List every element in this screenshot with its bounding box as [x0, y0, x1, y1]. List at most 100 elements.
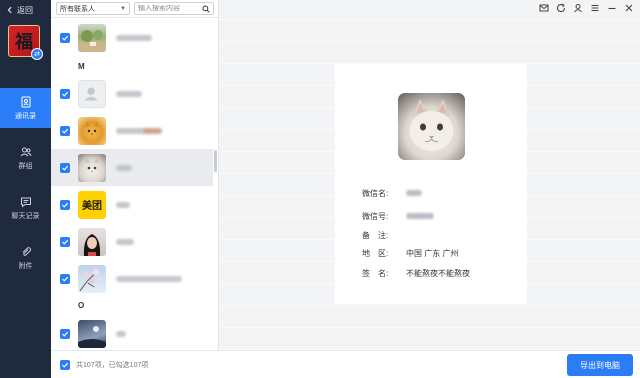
contact-checkbox[interactable] — [60, 162, 70, 173]
contact-checkbox[interactable] — [60, 32, 70, 43]
check-icon — [62, 35, 69, 41]
footer-bar: 共107项，已勾选107项 导出到电脑 — [51, 350, 640, 378]
select-all-checkbox[interactable] — [60, 360, 70, 370]
list-item-selected[interactable] — [51, 149, 213, 186]
back-button[interactable]: 返回 — [6, 4, 33, 16]
contact-detail-card: 微信名: 微信号: 备 注: 地 区: 中国 广东 广州 签 名: 不能熬夜不能… — [335, 64, 527, 304]
nav-item-chat-history[interactable]: 聊天记录 — [0, 188, 51, 228]
sidebar: 返回 福 ⇄ 通讯录 群组 聊天记录 附件 — [0, 0, 51, 378]
contact-name-redacted — [116, 330, 126, 337]
switch-account-icon[interactable]: ⇄ — [31, 48, 43, 60]
list-item[interactable]: 美团 — [51, 186, 213, 223]
person-icon — [84, 87, 98, 100]
contact-name-redacted — [116, 201, 130, 208]
field-wechat-name: 微信名: — [362, 188, 422, 199]
menu-icon[interactable] — [590, 3, 600, 13]
section-letter: O — [78, 301, 85, 310]
contact-avatar — [78, 319, 106, 348]
contact-checkbox[interactable] — [60, 273, 70, 284]
contact-name-redacted — [116, 164, 132, 171]
contact-name-redacted — [116, 34, 152, 41]
chat-history-icon — [20, 197, 31, 208]
account-avatar[interactable]: 福 ⇄ — [8, 25, 43, 60]
blossom-image — [79, 268, 102, 291]
search-box — [134, 2, 214, 15]
export-to-pc-button[interactable]: 导出到电脑 — [567, 354, 633, 376]
field-value: 中国 广东 广州 — [406, 249, 459, 258]
check-icon — [62, 91, 69, 97]
list-item[interactable] — [51, 260, 213, 297]
user-icon[interactable] — [573, 3, 583, 13]
minimize-icon[interactable] — [607, 3, 617, 13]
attachment-icon — [22, 246, 31, 256]
contact-avatar — [78, 23, 106, 52]
contact-checkbox[interactable] — [60, 328, 70, 339]
contact-list-pane: 所有联系人 ▼ M — [51, 0, 219, 350]
check-icon — [62, 362, 69, 368]
contact-name-redacted — [116, 275, 182, 282]
nav-label: 聊天记录 — [11, 212, 40, 220]
check-icon — [62, 331, 69, 337]
field-label: 备 注: — [362, 231, 389, 240]
field-value-redacted — [406, 213, 434, 219]
contact-checkbox[interactable] — [60, 236, 70, 247]
contact-name-redacted — [116, 238, 134, 245]
field-value: 不能熬夜不能熬夜 — [406, 269, 470, 278]
contact-avatar — [78, 264, 106, 293]
field-region: 地 区: 中国 广东 广州 — [362, 248, 458, 259]
nav-label: 附件 — [18, 262, 33, 270]
field-label: 微信名: — [362, 189, 389, 198]
check-icon — [62, 276, 69, 282]
title-bar — [219, 0, 640, 18]
night-image — [78, 325, 106, 348]
default-avatar — [78, 79, 106, 108]
check-icon — [62, 202, 69, 208]
landscape-image — [78, 29, 106, 52]
check-icon — [62, 128, 69, 134]
mail-icon[interactable] — [539, 3, 549, 13]
field-signature: 签 名: 不能熬夜不能熬夜 — [362, 268, 470, 279]
nav-item-groups[interactable]: 群组 — [0, 138, 51, 178]
nav-label: 通讯录 — [15, 112, 36, 120]
scrollbar[interactable] — [214, 150, 217, 172]
list-item[interactable] — [51, 19, 213, 56]
field-label: 签 名: — [362, 269, 389, 278]
nav-item-attachments[interactable]: 附件 — [0, 238, 51, 278]
cat-image — [409, 99, 454, 151]
contact-checkbox[interactable] — [60, 199, 70, 210]
close-icon[interactable] — [624, 3, 634, 13]
portrait-image — [83, 233, 101, 256]
contact-avatar — [78, 116, 106, 145]
contact-checkbox[interactable] — [60, 125, 70, 136]
chevron-down-icon: ▼ — [120, 5, 126, 12]
cat-image — [84, 156, 100, 172]
list-item[interactable] — [51, 223, 213, 260]
contact-avatar — [78, 227, 106, 256]
field-wechat-id: 微信号: — [362, 211, 434, 222]
selection-summary: 共107项，已勾选107项 — [76, 362, 149, 369]
list-item[interactable] — [51, 315, 213, 352]
switch-glyph: ⇄ — [34, 51, 40, 58]
field-label: 微信号: — [362, 212, 389, 221]
nav-label: 群组 — [18, 162, 33, 170]
field-value-redacted — [406, 190, 422, 196]
filter-value: 所有联系人 — [60, 5, 95, 13]
list-item[interactable] — [51, 75, 213, 112]
refresh-icon[interactable] — [556, 3, 566, 13]
contact-filter-select[interactable]: 所有联系人 ▼ — [56, 2, 130, 15]
search-input[interactable] — [138, 5, 198, 12]
cat-image — [85, 120, 99, 135]
contact-checkbox[interactable] — [60, 88, 70, 99]
section-letter: M — [78, 62, 85, 71]
contact-avatar — [78, 153, 106, 182]
list-item[interactable] — [51, 112, 213, 149]
field-remark: 备 注: — [362, 230, 406, 241]
nav-item-contacts[interactable]: 通讯录 — [0, 88, 51, 128]
meituan-logo: 美团 — [78, 190, 106, 219]
logo-text: 美团 — [82, 201, 102, 212]
contact-list: M 美团 O — [51, 18, 219, 350]
group-icon — [20, 147, 31, 156]
search-icon[interactable] — [202, 5, 210, 13]
window-toolbar — [539, 3, 634, 13]
avatar-char: 福 — [15, 32, 33, 53]
